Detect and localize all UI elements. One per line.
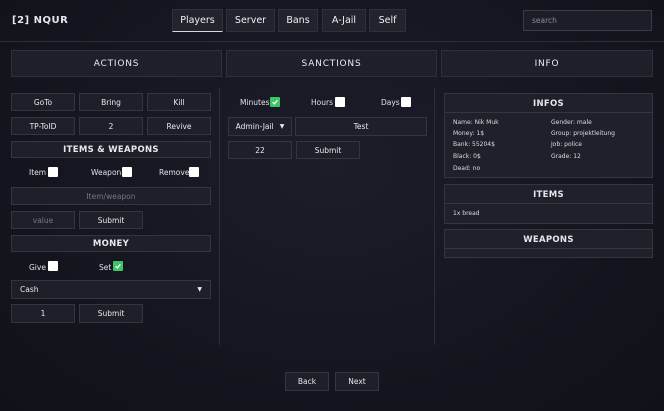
money-header: MONEY <box>11 235 211 252</box>
weapons-header: WEAPONS <box>523 235 574 245</box>
reason-field[interactable]: Test <box>295 117 427 136</box>
money-account-select[interactable]: Cash ▼ <box>11 280 211 299</box>
money-amount-field[interactable]: 1 <box>11 304 75 323</box>
give-label: Give <box>29 263 46 272</box>
sanction-type-select[interactable]: Admin-Jail ▼ <box>228 117 292 136</box>
target-id-field[interactable]: 2 <box>79 117 143 135</box>
items-divider <box>445 203 652 204</box>
section-info: INFO <box>441 50 653 77</box>
section-sanctions: SANCTIONS <box>226 50 437 77</box>
items-header: ITEMS <box>533 190 564 200</box>
info-black: Black: 0$ <box>453 153 481 160</box>
search-input[interactable] <box>523 10 652 31</box>
remove-label: Remove <box>159 168 190 177</box>
info-group: Group: projektleitung <box>551 130 615 137</box>
chevron-down-icon: ▼ <box>279 123 285 130</box>
sanction-submit-button[interactable]: Submit <box>296 141 360 159</box>
kill-button[interactable]: Kill <box>147 93 211 111</box>
column-divider-right <box>434 88 435 345</box>
info-bank: Bank: 55204$ <box>453 141 495 148</box>
info-name: Name: Nik Muk <box>453 119 499 126</box>
days-checkbox[interactable] <box>401 97 411 107</box>
hours-label: Hours <box>311 98 333 107</box>
revive-button[interactable]: Revive <box>147 117 211 135</box>
item-checkbox[interactable] <box>48 167 58 177</box>
checkmark-icon <box>115 263 121 269</box>
items-weapons-header: ITEMS & WEAPONS <box>11 141 211 158</box>
items-panel: ITEMS 1x bread <box>444 184 653 224</box>
weapons-panel: WEAPONS <box>444 229 653 258</box>
infos-panel: INFOS Name: Nik Muk Gender: male Money: … <box>444 93 653 178</box>
checkmark-icon <box>272 99 278 105</box>
list-item: 1x bread <box>453 210 480 217</box>
set-checkbox[interactable] <box>113 261 123 271</box>
items-submit-button[interactable]: Submit <box>79 211 143 229</box>
tp-to-id-button[interactable]: TP-ToID <box>11 117 75 135</box>
header-divider <box>0 41 664 42</box>
tab-players[interactable]: Players <box>172 9 223 32</box>
info-grade: Grade: 12 <box>551 153 581 160</box>
item-label: Item <box>29 168 47 177</box>
infos-divider <box>445 112 652 113</box>
section-actions: ACTIONS <box>11 50 222 77</box>
info-gender: Gender: male <box>551 119 592 126</box>
item-weapon-input[interactable] <box>11 187 211 205</box>
tab-server[interactable]: Server <box>226 9 275 32</box>
infos-header: INFOS <box>533 99 564 109</box>
chevron-down-icon: ▼ <box>197 286 202 293</box>
remove-checkbox[interactable] <box>189 167 199 177</box>
weapon-label: Weapon <box>91 168 122 177</box>
next-button[interactable]: Next <box>335 372 379 391</box>
set-label: Set <box>99 263 112 272</box>
value-input[interactable] <box>11 211 75 229</box>
tab-a-jail[interactable]: A-Jail <box>322 9 366 32</box>
column-divider-left <box>219 88 220 345</box>
info-job: Job: police <box>551 141 582 148</box>
back-button[interactable]: Back <box>285 372 329 391</box>
hours-checkbox[interactable] <box>335 97 345 107</box>
info-money: Money: 1$ <box>453 130 485 137</box>
weapons-divider <box>445 248 652 249</box>
minutes-checkbox[interactable] <box>270 97 280 107</box>
sanction-type-value: Admin-Jail <box>235 122 274 131</box>
duration-field[interactable]: 22 <box>228 141 292 159</box>
money-account-value: Cash <box>20 285 39 294</box>
info-dead: Dead: no <box>453 165 481 172</box>
give-checkbox[interactable] <box>48 261 58 271</box>
tab-bans[interactable]: Bans <box>278 9 318 32</box>
money-submit-button[interactable]: Submit <box>79 304 143 323</box>
weapon-checkbox[interactable] <box>122 167 132 177</box>
days-label: Days <box>381 98 400 107</box>
tab-self[interactable]: Self <box>369 9 406 32</box>
page-title: [2] NQUR <box>12 15 69 26</box>
goto-button[interactable]: GoTo <box>11 93 75 111</box>
minutes-label: Minutes <box>240 98 270 107</box>
bring-button[interactable]: Bring <box>79 93 143 111</box>
